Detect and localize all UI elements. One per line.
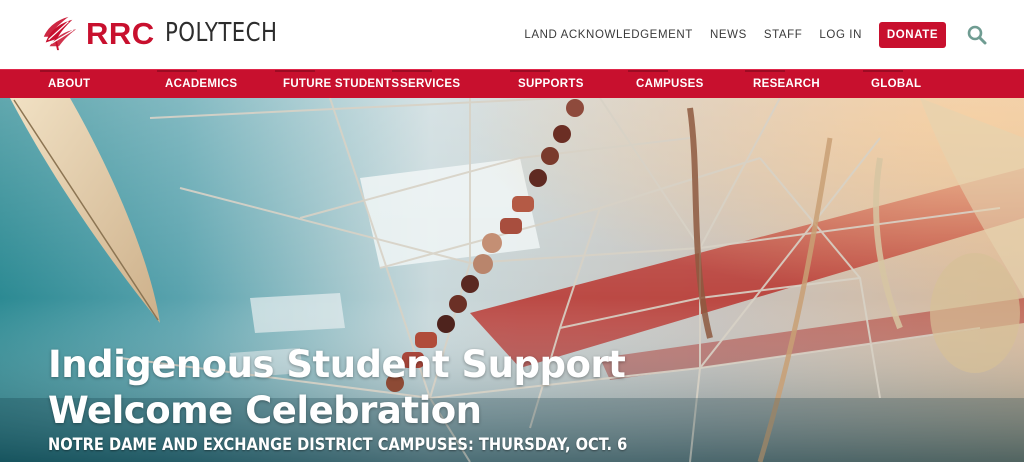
- news-link[interactable]: NEWS: [710, 29, 747, 41]
- land-acknowledgement-link[interactable]: LAND ACKNOWLEDGEMENT: [524, 29, 693, 41]
- utility-nav: LAND ACKNOWLEDGEMENT NEWS STAFF LOG IN D…: [524, 22, 988, 48]
- nav-item-supports[interactable]: SUPPORTS: [510, 70, 584, 98]
- search-icon: [967, 25, 987, 45]
- hero-subtitle: NOTRE DAME AND EXCHANGE DISTRICT CAMPUSE…: [48, 435, 628, 455]
- nav-item-campuses[interactable]: CAMPUSES: [628, 70, 704, 98]
- log-in-link[interactable]: LOG IN: [819, 29, 862, 41]
- nav-item-label: CAMPUSES: [636, 78, 704, 90]
- donate-button[interactable]: DONATE: [879, 22, 946, 48]
- nav-item-label: FUTURE STUDENTS: [283, 78, 400, 90]
- nav-item-academics[interactable]: ACADEMICS: [157, 70, 237, 98]
- site-logo[interactable]: RRC POLYTECH: [40, 13, 302, 53]
- nav-item-services[interactable]: SERVICES: [392, 70, 460, 98]
- nav-item-label: ABOUT: [48, 78, 91, 90]
- hero-banner[interactable]: Indigenous Student Support Welcome Celeb…: [0, 98, 1024, 462]
- nav-item-research[interactable]: RESEARCH: [745, 70, 820, 98]
- logo-text-rrc: RRC: [86, 15, 155, 51]
- nav-item-label: SUPPORTS: [518, 78, 584, 90]
- hero-title-line-2: Welcome Celebration: [48, 389, 482, 432]
- search-button[interactable]: [966, 24, 988, 46]
- nav-item-label: SERVICES: [400, 78, 461, 90]
- nav-item-future-students[interactable]: FUTURE STUDENTS: [275, 70, 399, 98]
- nav-item-about[interactable]: ABOUT: [40, 70, 90, 98]
- staff-link[interactable]: STAFF: [764, 29, 803, 41]
- logo-text-polytech: POLYTECH: [164, 18, 278, 48]
- hero-title-line-1: Indigenous Student Support: [48, 343, 626, 386]
- main-nav: ABOUT ACADEMICS FUTURE STUDENTS SERVICES…: [0, 69, 1024, 98]
- nav-item-global[interactable]: GLOBAL: [863, 70, 921, 98]
- rrc-feather-logo-icon: [43, 16, 77, 51]
- site-header: RRC POLYTECH LAND ACKNOWLEDGEMENT NEWS S…: [0, 0, 1024, 69]
- nav-item-label: ACADEMICS: [165, 78, 238, 90]
- nav-item-label: RESEARCH: [753, 78, 820, 90]
- nav-item-label: GLOBAL: [871, 78, 922, 90]
